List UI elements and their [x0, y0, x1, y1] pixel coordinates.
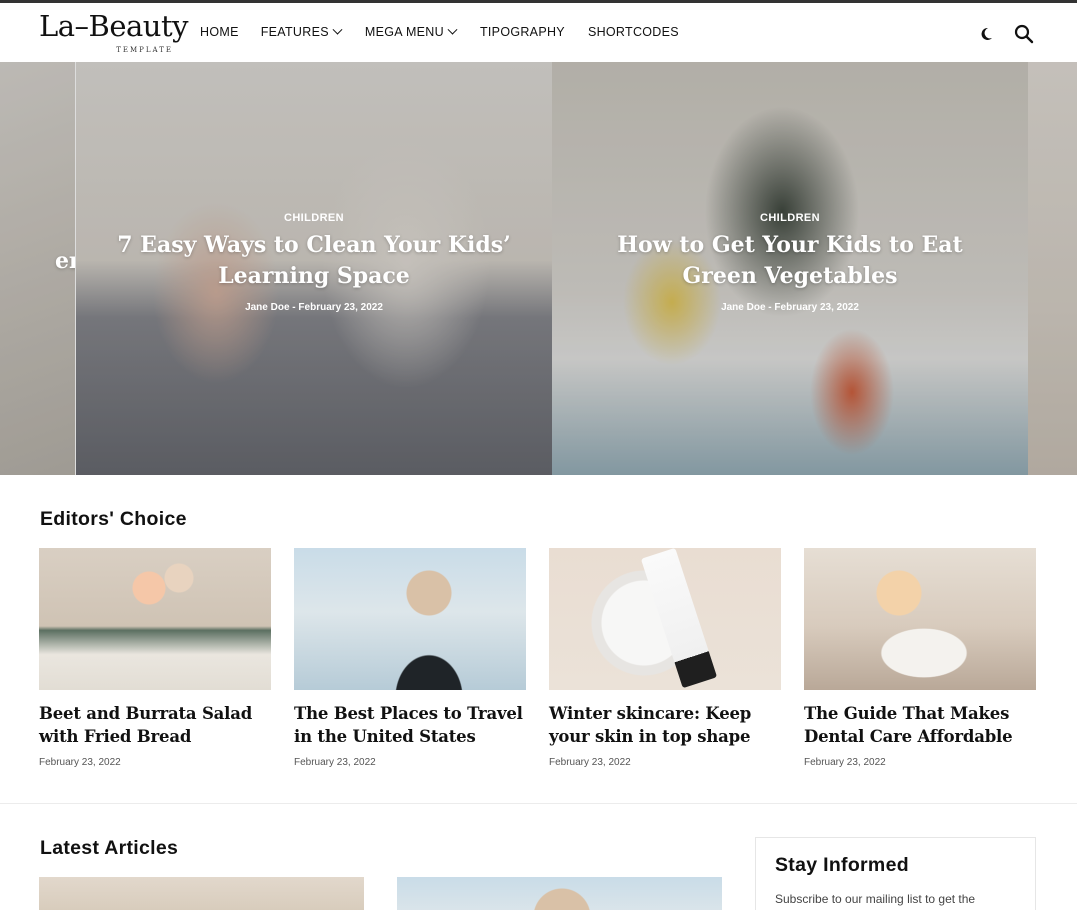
logo-wordmark: La–Beauty — [39, 9, 189, 43]
nav-home-label: HOME — [200, 25, 239, 39]
chevron-down-icon — [447, 24, 458, 35]
card-title[interactable]: The Guide That Makes Dental Care Afforda… — [804, 702, 1036, 748]
site-header: La–Beauty TEMPLATE HOME FEATURES MEGA ME… — [0, 3, 1077, 62]
hero-slide-meta: Jane Doe - February 23, 2022 — [721, 302, 859, 313]
card-date: February 23, 2022 — [549, 757, 631, 768]
card-thumbnail[interactable] — [549, 548, 781, 690]
nav-mega-menu[interactable]: MEGA MENU — [364, 24, 458, 39]
stay-informed-text: Subscribe to our mailing list to get the — [775, 892, 976, 906]
nav-tipography-label: TIPOGRAPHY — [479, 25, 565, 39]
latest-article-thumbnail[interactable] — [397, 877, 722, 910]
search-icon[interactable] — [1014, 24, 1034, 44]
hero-slide[interactable]: CHILDREN How to Get Your Kids to Eat Gre… — [552, 62, 1028, 475]
hero-slide-category[interactable]: CHILDREN — [76, 212, 552, 224]
card-title[interactable]: Beet and Burrata Salad with Fried Bread — [39, 702, 271, 748]
nav-features[interactable]: FEATURES — [260, 24, 343, 39]
product-tube-image — [640, 548, 718, 689]
card-date: February 23, 2022 — [39, 757, 121, 768]
moon-icon[interactable] — [979, 27, 993, 41]
hero-slide-partial-left[interactable]: ern — [0, 62, 75, 475]
logo-tagline: TEMPLATE — [116, 46, 173, 54]
card-title[interactable]: The Best Places to Travel in the United … — [294, 702, 526, 748]
editors-choice-heading: Editors' Choice — [40, 508, 187, 530]
section-divider — [0, 803, 1077, 804]
editors-choice-card[interactable]: Beet and Burrata Salad with Fried Bread … — [39, 548, 271, 768]
nav-tipography[interactable]: TIPOGRAPHY — [480, 25, 565, 39]
card-thumbnail[interactable] — [39, 548, 271, 690]
site-logo[interactable]: La–Beauty TEMPLATE — [39, 9, 189, 59]
latest-article-thumbnail[interactable] — [39, 877, 364, 910]
nav-shortcodes-label: SHORTCODES — [587, 25, 679, 39]
nav-mega-menu-label: MEGA MENU — [364, 25, 444, 39]
stay-informed-heading: Stay Informed — [775, 854, 909, 876]
hero-slide-title[interactable]: How to Get Your Kids to Eat Green Vegeta… — [590, 230, 990, 292]
hero-slide[interactable]: CHILDREN 7 Easy Ways to Clean Your Kids’… — [76, 62, 552, 475]
hero-slide-category[interactable]: CHILDREN — [552, 212, 1028, 224]
chevron-down-icon — [332, 24, 343, 35]
card-title[interactable]: Winter skincare: Keep your skin in top s… — [549, 702, 781, 748]
hero-slide-partial-right[interactable] — [1028, 62, 1077, 475]
stay-informed-widget: Stay Informed Subscribe to our mailing l… — [755, 837, 1036, 910]
nav-shortcodes[interactable]: SHORTCODES — [588, 25, 679, 39]
nav-home[interactable]: HOME — [200, 25, 239, 39]
hero-slider: ern CHILDREN 7 Easy Ways to Clean Your K… — [0, 62, 1077, 475]
card-date: February 23, 2022 — [294, 757, 376, 768]
nav-features-label: FEATURES — [260, 25, 329, 39]
card-thumbnail[interactable] — [804, 548, 1036, 690]
card-thumbnail[interactable] — [294, 548, 526, 690]
editors-choice-card[interactable]: The Guide That Makes Dental Care Afforda… — [804, 548, 1036, 768]
hero-slide-title[interactable]: 7 Easy Ways to Clean Your Kids’ Learning… — [114, 230, 514, 292]
hero-slide-title: ern — [55, 248, 75, 274]
latest-articles-heading: Latest Articles — [40, 837, 179, 859]
card-date: February 23, 2022 — [804, 757, 886, 768]
editors-choice-card[interactable]: Winter skincare: Keep your skin in top s… — [549, 548, 781, 768]
hero-slide-meta: Jane Doe - February 23, 2022 — [245, 302, 383, 313]
main-nav: HOME FEATURES MEGA MENU TIPOGRAPHY SHORT… — [200, 24, 679, 39]
editors-choice-card[interactable]: The Best Places to Travel in the United … — [294, 548, 526, 768]
